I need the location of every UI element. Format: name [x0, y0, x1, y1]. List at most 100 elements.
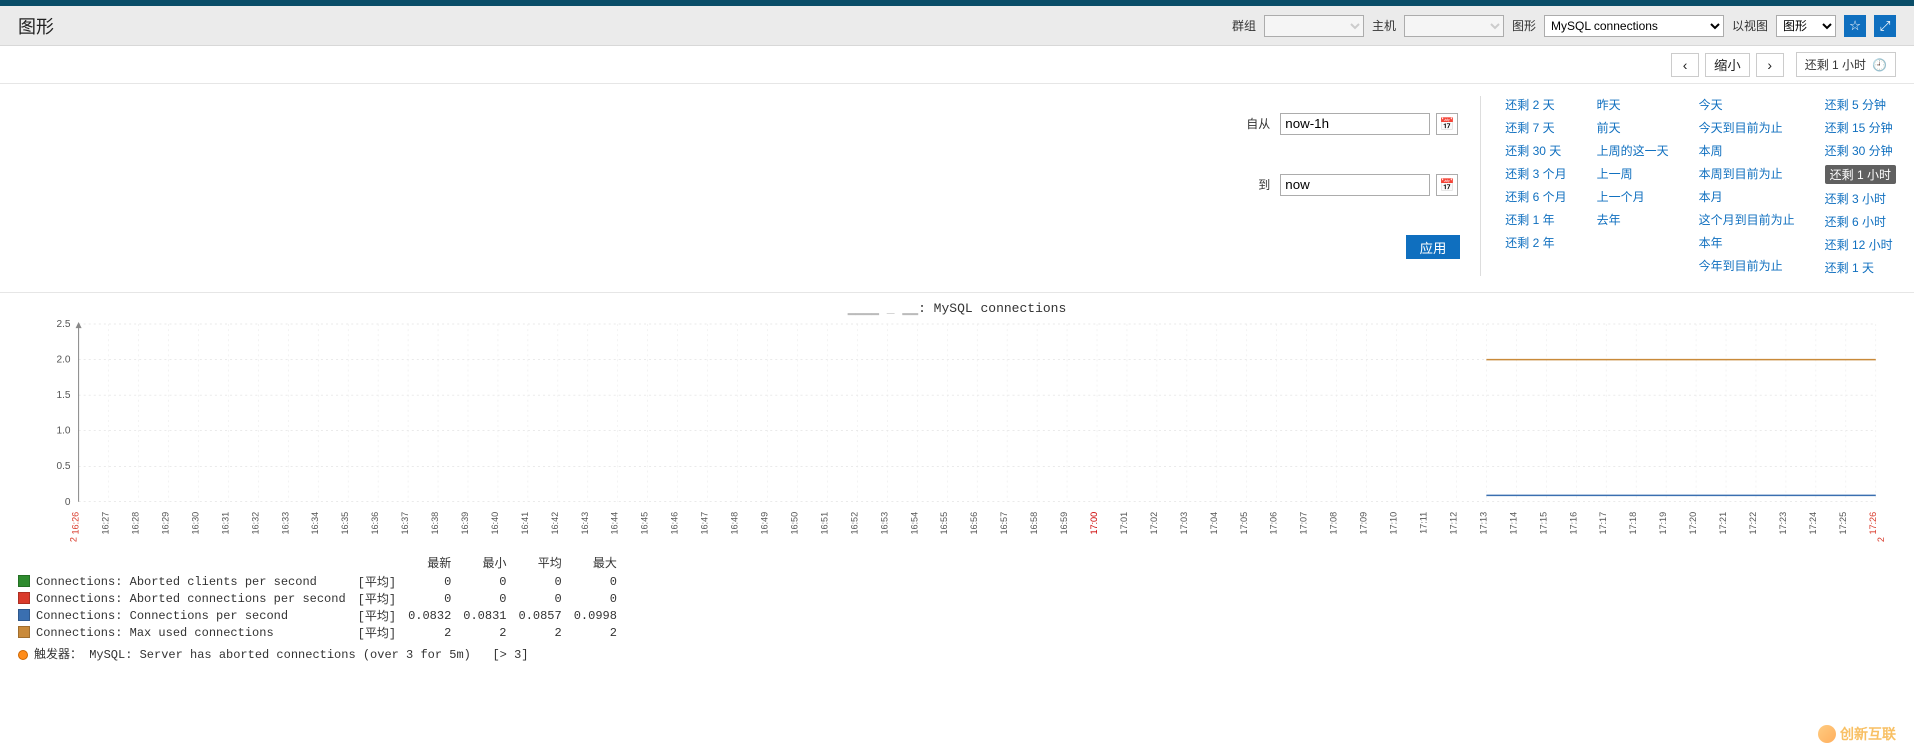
- quick-range-link[interactable]: 今年到目前为止: [1699, 257, 1795, 274]
- svg-text:16:48: 16:48: [730, 512, 740, 535]
- to-input[interactable]: [1280, 174, 1430, 196]
- svg-text:16:27: 16:27: [101, 512, 111, 535]
- current-range-display[interactable]: 还剩 1 小时 🕘: [1796, 52, 1896, 77]
- clock-icon: 🕘: [1872, 58, 1887, 72]
- quick-range-link[interactable]: 还剩 15 分钟: [1825, 119, 1896, 136]
- svg-text:16:47: 16:47: [700, 512, 710, 535]
- quick-range-link[interactable]: 还剩 3 个月: [1505, 165, 1566, 182]
- svg-text:17:17: 17:17: [1598, 512, 1608, 535]
- quick-range-link[interactable]: 上一个月: [1597, 188, 1669, 205]
- svg-text:17:04: 17:04: [1209, 512, 1219, 535]
- svg-text:1.5: 1.5: [57, 390, 71, 401]
- quick-range-link[interactable]: 还剩 1 天: [1825, 259, 1896, 276]
- legend-row: Connections: Aborted clients per second …: [18, 573, 629, 590]
- svg-text:17:13: 17:13: [1478, 512, 1488, 535]
- svg-text:16:39: 16:39: [460, 512, 470, 535]
- svg-text:17:15: 17:15: [1538, 512, 1548, 535]
- host-label: 主机: [1372, 17, 1396, 34]
- quick-ranges: 还剩 2 天还剩 7 天还剩 30 天还剩 3 个月还剩 6 个月还剩 1 年还…: [1480, 96, 1896, 276]
- svg-text:16:49: 16:49: [760, 512, 770, 535]
- svg-text:16:38: 16:38: [430, 512, 440, 535]
- quick-range-link[interactable]: 还剩 2 年: [1505, 234, 1566, 251]
- quick-range-link[interactable]: 还剩 2 天: [1505, 96, 1566, 113]
- quick-range-link[interactable]: 本月: [1699, 188, 1795, 205]
- quick-range-link[interactable]: 本周: [1699, 142, 1795, 159]
- current-range-text: 还剩 1 小时: [1805, 56, 1866, 73]
- quick-range-link[interactable]: 还剩 12 小时: [1825, 236, 1896, 253]
- quick-range-link[interactable]: 上一周: [1597, 165, 1669, 182]
- quick-range-link[interactable]: 还剩 30 分钟: [1825, 142, 1896, 159]
- svg-text:17:01: 17:01: [1119, 512, 1129, 535]
- quick-range-link[interactable]: 上周的这一天: [1597, 142, 1669, 159]
- from-calendar-button[interactable]: 📅: [1436, 113, 1458, 135]
- apply-button[interactable]: 应用: [1406, 235, 1461, 259]
- favorite-button[interactable]: ☆: [1844, 15, 1866, 37]
- quick-range-link[interactable]: 还剩 7 天: [1505, 119, 1566, 136]
- svg-text:17:05: 17:05: [1239, 512, 1249, 535]
- zoom-out-button[interactable]: 缩小: [1705, 53, 1750, 77]
- quick-range-link[interactable]: 前天: [1597, 119, 1669, 136]
- quick-range-link[interactable]: 昨天: [1597, 96, 1669, 113]
- host-select[interactable]: [1404, 15, 1504, 37]
- quick-range-link[interactable]: 还剩 3 小时: [1825, 190, 1896, 207]
- quick-range-link[interactable]: 还剩 6 小时: [1825, 213, 1896, 230]
- view-select[interactable]: 图形: [1776, 15, 1836, 37]
- svg-text:17:22: 17:22: [1748, 512, 1758, 535]
- to-calendar-button[interactable]: 📅: [1436, 174, 1458, 196]
- group-select[interactable]: [1264, 15, 1364, 37]
- svg-text:16:32: 16:32: [250, 512, 260, 535]
- svg-text:16:40: 16:40: [490, 512, 500, 535]
- svg-text:17:21: 17:21: [1718, 512, 1728, 535]
- chart-title: ▁▁▁▁ _ ▁▁: MySQL connections: [18, 301, 1896, 316]
- svg-text:17:08: 17:08: [1329, 512, 1339, 535]
- fullscreen-button[interactable]: ⤢: [1874, 15, 1896, 37]
- time-prev-button[interactable]: ‹: [1671, 53, 1699, 77]
- legend-row: Connections: Aborted connections per sec…: [18, 590, 629, 607]
- quick-range-link[interactable]: 本周到目前为止: [1699, 165, 1795, 182]
- svg-text:17:09: 17:09: [1359, 512, 1369, 535]
- quick-range-link[interactable]: 还剩 6 个月: [1505, 188, 1566, 205]
- svg-text:16:29: 16:29: [160, 512, 170, 535]
- quick-range-link[interactable]: 还剩 1 年: [1505, 211, 1566, 228]
- page-title: 图形: [18, 13, 54, 39]
- svg-text:17:20: 17:20: [1688, 512, 1698, 535]
- legend-row: Connections: Connections per second [平均]…: [18, 607, 629, 624]
- svg-text:16:26: 16:26: [71, 512, 81, 535]
- graph-select[interactable]: MySQL connections: [1544, 15, 1724, 37]
- from-input[interactable]: [1280, 113, 1430, 135]
- calendar-icon: 📅: [1440, 178, 1455, 192]
- chart-container: ▁▁▁▁ _ ▁▁: MySQL connections 00.51.01.52…: [0, 293, 1914, 548]
- quick-range-link[interactable]: 还剩 5 分钟: [1825, 96, 1896, 113]
- quick-range-link[interactable]: 这个月到目前为止: [1699, 211, 1795, 228]
- svg-text:16:30: 16:30: [190, 512, 200, 535]
- quick-range-link[interactable]: 本年: [1699, 234, 1795, 251]
- svg-text:16:45: 16:45: [640, 512, 650, 535]
- quick-range-link[interactable]: 还剩 30 天: [1505, 142, 1566, 159]
- time-next-button[interactable]: ›: [1756, 53, 1784, 77]
- svg-text:16:31: 16:31: [220, 512, 230, 535]
- star-icon: ☆: [1849, 18, 1861, 34]
- svg-text:17:18: 17:18: [1628, 512, 1638, 535]
- chevron-left-icon: ‹: [1683, 57, 1688, 73]
- watermark-icon: [1818, 725, 1836, 743]
- svg-text:17:26: 17:26: [1868, 512, 1878, 535]
- svg-text:12-02: 12-02: [69, 537, 79, 542]
- graph-select-label: 图形: [1512, 17, 1536, 34]
- svg-text:17:06: 17:06: [1269, 512, 1279, 535]
- svg-text:16:55: 16:55: [939, 512, 949, 535]
- quick-range-link[interactable]: 还剩 1 小时: [1825, 165, 1896, 184]
- quick-range-link[interactable]: 去年: [1597, 211, 1669, 228]
- svg-text:0: 0: [65, 497, 71, 508]
- svg-text:16:37: 16:37: [400, 512, 410, 535]
- quick-range-link[interactable]: 今天到目前为止: [1699, 119, 1795, 136]
- svg-text:17:23: 17:23: [1778, 512, 1788, 535]
- svg-text:17:03: 17:03: [1179, 512, 1189, 535]
- view-label: 以视图: [1732, 17, 1768, 34]
- svg-text:17:12: 17:12: [1448, 512, 1458, 535]
- svg-text:17:16: 17:16: [1568, 512, 1578, 535]
- quick-range-link[interactable]: 今天: [1699, 96, 1795, 113]
- svg-text:16:53: 16:53: [879, 512, 889, 535]
- svg-text:16:51: 16:51: [819, 512, 829, 535]
- svg-text:16:42: 16:42: [550, 512, 560, 535]
- svg-text:17:02: 17:02: [1149, 512, 1159, 535]
